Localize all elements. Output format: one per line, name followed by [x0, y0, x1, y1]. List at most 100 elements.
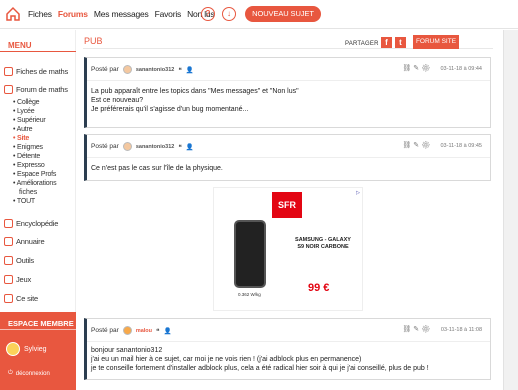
post-tools: ⛓✎⚙ [402, 325, 432, 333]
post-author[interactable]: sanantonio312 [136, 144, 175, 150]
sidebar: MENU Fiches de maths Forum de maths Coll… [0, 30, 76, 390]
forum-icon [4, 85, 13, 94]
sub-autre[interactable]: Autre [13, 126, 33, 134]
sub-tout[interactable]: TOUT [13, 198, 35, 206]
sub-ameliorations-cont[interactable]: fiches [19, 189, 37, 197]
new-topic-button[interactable]: NOUVEAU SUJET [245, 6, 321, 22]
ad-brand-logo: SFR [272, 192, 302, 218]
quote-icon[interactable]: ❝ [156, 327, 160, 335]
post-line: j'ai eu un mail hier à ce sujet, car moi… [91, 356, 362, 363]
post-line: Est ce nouveau? [91, 97, 144, 104]
facebook-icon[interactable]: f [381, 37, 392, 48]
menu-title: MENU [8, 41, 32, 50]
posted-by-label: Posté par [91, 66, 119, 73]
sub-superieur[interactable]: Supérieur [13, 117, 46, 125]
author-avatar [122, 326, 132, 335]
ad-product: SAMSUNG - GALAXY S9 NOIR CARBONE [290, 237, 356, 251]
username: Sylvieg [24, 345, 47, 353]
post-divider [87, 80, 490, 81]
sidebar-item-annuaire[interactable]: Annuaire [4, 237, 45, 246]
sidebar-item-fiches[interactable]: Fiches de maths [4, 67, 68, 76]
edit-icon[interactable]: ✎ [413, 65, 421, 72]
sub-college[interactable]: Collège [13, 99, 40, 107]
post-tools: ⛓✎⚙ [402, 64, 432, 72]
sub-espace-profs[interactable]: Espace Profs [13, 171, 56, 179]
settings-icon[interactable]: ⚙ [421, 326, 432, 333]
forum-site-button[interactable]: FORUM SITE [413, 35, 459, 49]
nav-forums[interactable]: Forums [58, 9, 88, 19]
home-icon[interactable] [5, 6, 21, 22]
user-info[interactable]: Sylvieg [6, 342, 47, 356]
sidebar-item-label: Annuaire [16, 237, 45, 246]
scrollbar[interactable] [503, 30, 518, 390]
document-icon [4, 67, 13, 76]
link-icon[interactable]: ⛓ [402, 142, 413, 149]
sub-detente[interactable]: Détente [13, 153, 40, 161]
user-icon[interactable]: 👤 [186, 143, 194, 151]
sidebar-item-label: Fiches de maths [16, 67, 69, 76]
posted-by-label: Posté par [91, 327, 119, 334]
sub-site[interactable]: Site [13, 135, 29, 143]
settings-icon[interactable]: ⚙ [421, 65, 432, 72]
info-icon[interactable]: ? [201, 7, 215, 21]
sub-enigmes[interactable]: Enigmes [13, 144, 43, 152]
sub-ameliorations[interactable]: Améliorations [13, 180, 57, 188]
nav-fiches[interactable]: Fiches [28, 9, 52, 19]
sidebar-item-label: Ce site [16, 294, 38, 303]
post-line: Je préférerais qu'il s'agisse d'un bug m… [91, 106, 249, 113]
espace-title: ESPACE MEMBRE [8, 319, 74, 328]
logout-link[interactable]: ⏻ déconnexion [8, 370, 50, 377]
post-divider [87, 341, 490, 342]
nav-favoris[interactable]: Favoris [155, 9, 182, 19]
post-header: Posté par sanantonio312 ❝ 👤 [91, 65, 194, 74]
directory-icon [4, 237, 13, 246]
nav-mes-messages[interactable]: Mes messages [94, 9, 149, 19]
link-icon[interactable]: ⛓ [402, 326, 413, 333]
edit-icon[interactable]: ✎ [413, 142, 421, 149]
sidebar-item-outils[interactable]: Outils [4, 256, 34, 265]
post-body: bonjour sanantonio312 j'ai eu un mail hi… [91, 346, 429, 373]
sidebar-item-encyclopedie[interactable]: Encyclopédie [4, 219, 58, 228]
post-header: Posté par sanantonio312 ❝ 👤 [91, 142, 194, 151]
user-icon[interactable]: 👤 [164, 327, 172, 335]
espace-divider [0, 329, 76, 330]
post-author[interactable]: sanantonio312 [136, 67, 175, 73]
link-icon[interactable]: ⛓ [402, 65, 413, 72]
logout-label: déconnexion [15, 370, 50, 377]
author-avatar [122, 142, 132, 151]
post: Posté par malou ❝ 👤 ⛓✎⚙ 03-11-18 à 11:08… [84, 318, 491, 380]
post-line: bonjour sanantonio312 [91, 347, 163, 354]
quote-icon[interactable]: ❝ [178, 66, 182, 74]
post-author[interactable]: malou [136, 328, 152, 334]
edit-icon[interactable]: ✎ [413, 326, 421, 333]
post-date: 03-11-18 à 09:44 [440, 66, 483, 72]
ad-product-line: SAMSUNG - GALAXY [295, 237, 351, 243]
avatar [6, 342, 20, 356]
post-header: Posté par malou ❝ 👤 [91, 326, 172, 335]
menu-divider [0, 51, 76, 52]
post: Posté par sanantonio312 ❝ 👤 ⛓✎⚙ 03-11-18… [84, 134, 491, 181]
book-icon [4, 219, 13, 228]
sidebar-item-ce-site[interactable]: Ce site [4, 294, 38, 303]
power-icon: ⏻ [8, 370, 13, 376]
sidebar-item-label: Encyclopédie [16, 219, 59, 228]
post-date: 03-11-18 à 09:45 [440, 143, 483, 149]
user-icon[interactable]: 👤 [186, 66, 194, 74]
share-label: PARTAGER : [345, 41, 383, 47]
espace-membre: ESPACE MEMBRE Sylvieg ⏻ déconnexion [0, 312, 76, 390]
ad-info-icon[interactable]: ▷ [356, 190, 360, 196]
download-icon[interactable]: ↓ [222, 7, 236, 21]
main-nav: Fiches Forums Mes messages Favoris Non l… [28, 9, 215, 19]
post-tools: ⛓✎⚙ [402, 141, 432, 149]
sidebar-item-jeux[interactable]: Jeux [4, 275, 31, 284]
sub-expresso[interactable]: Expresso [13, 162, 45, 170]
post-date: 03-11-18 à 11:08 [440, 327, 482, 333]
sidebar-item-forum[interactable]: Forum de maths [4, 85, 68, 94]
twitter-icon[interactable]: t [395, 37, 406, 48]
quote-icon[interactable]: ❝ [178, 143, 182, 151]
sub-lycee[interactable]: Lycée [13, 108, 35, 116]
page-title: PUB [84, 36, 103, 46]
post-line: je te conseille fortement d'installer ad… [91, 365, 429, 372]
advertisement[interactable]: ▷ SFR SAMSUNG - GALAXY S9 NOIR CARBONE 9… [213, 187, 363, 311]
settings-icon[interactable]: ⚙ [421, 142, 432, 149]
